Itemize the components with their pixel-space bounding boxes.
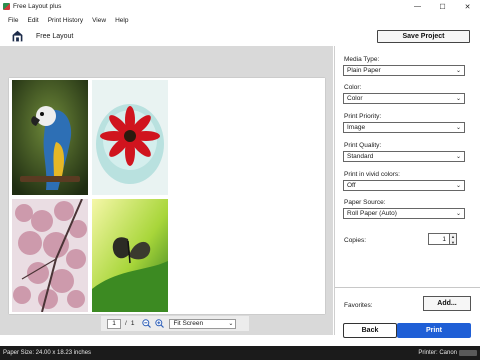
- print-quality-select[interactable]: Standard ⌄: [343, 151, 465, 162]
- copies-stepper[interactable]: ▲ ▼: [450, 233, 457, 245]
- stepper-down-icon[interactable]: ▼: [450, 240, 456, 246]
- zoom-view-value: Fit Screen: [173, 320, 204, 327]
- minimize-button[interactable]: —: [405, 0, 430, 13]
- zoom-in-icon[interactable]: [155, 319, 165, 328]
- preview-area[interactable]: [0, 46, 333, 335]
- chevron-down-icon: ⌄: [455, 154, 461, 160]
- gerbera-flower-photo[interactable]: [92, 80, 168, 195]
- media-type-select[interactable]: Plain Paper ⌄: [343, 65, 465, 76]
- total-pages: 1: [130, 320, 135, 327]
- print-button[interactable]: Print: [397, 323, 471, 338]
- add-favorite-button[interactable]: Add...: [423, 296, 471, 311]
- menu-view[interactable]: View: [92, 17, 106, 24]
- vivid-colors-value: Off: [347, 182, 356, 189]
- zoom-view-select[interactable]: Fit Screen ⌄: [169, 318, 237, 329]
- menu-help[interactable]: Help: [115, 17, 128, 24]
- paper-source-value: Roll Paper (Auto): [347, 210, 397, 217]
- copies-label: Copies:: [344, 237, 367, 244]
- print-settings-panel: Media Type: Plain Paper ⌄ Color: Color ⌄…: [334, 46, 480, 338]
- vivid-colors-select[interactable]: Off ⌄: [343, 180, 465, 191]
- favorites-label: Favorites:: [344, 302, 373, 309]
- paper-source-select[interactable]: Roll Paper (Auto) ⌄: [343, 208, 465, 219]
- close-button[interactable]: ✕: [455, 0, 480, 13]
- window-controls: — ☐ ✕: [405, 0, 480, 13]
- menu-edit[interactable]: Edit: [27, 17, 38, 24]
- butterfly-photo[interactable]: [92, 199, 168, 312]
- page-separator: /: [125, 320, 127, 327]
- status-bar: Paper Size: 24.00 x 18.23 inches Printer…: [0, 346, 480, 360]
- chevron-down-icon: ⌄: [455, 125, 461, 131]
- copies-input[interactable]: 1: [428, 233, 450, 245]
- vivid-colors-label: Print in vivid colors:: [344, 171, 400, 178]
- parrot-photo[interactable]: [12, 80, 88, 195]
- printer-name: Printer: Canon: [418, 350, 457, 356]
- home-icon[interactable]: [12, 30, 23, 42]
- paper-source-label: Paper Source:: [344, 199, 386, 206]
- print-priority-select[interactable]: Image ⌄: [343, 122, 465, 133]
- color-value: Color: [347, 95, 363, 102]
- menu-file[interactable]: File: [8, 17, 18, 24]
- paper-size-status: Paper Size: 24.00 x 18.23 inches: [3, 350, 92, 356]
- page-title: Free Layout: [36, 33, 74, 40]
- color-label: Color:: [344, 84, 362, 91]
- panel-divider: [335, 287, 480, 288]
- maximize-button[interactable]: ☐: [430, 0, 455, 13]
- media-type-label: Media Type:: [344, 56, 380, 63]
- app-icon: [3, 3, 10, 10]
- title-bar: Free Layout plus — ☐ ✕: [0, 0, 480, 13]
- zoom-out-icon[interactable]: [142, 319, 152, 328]
- chevron-down-icon: ⌄: [228, 320, 234, 327]
- chevron-down-icon: ⌄: [455, 211, 461, 217]
- color-select[interactable]: Color ⌄: [343, 93, 465, 104]
- paper-sheet: [9, 78, 325, 314]
- current-page-input[interactable]: 1: [107, 318, 121, 329]
- print-quality-value: Standard: [347, 153, 374, 160]
- page-navigation: 1 / 1 Fit Screen ⌄: [101, 316, 249, 331]
- window-title: Free Layout plus: [13, 3, 62, 10]
- menu-bar: File Edit Print History View Help: [0, 14, 137, 26]
- redacted-printer-model: [459, 350, 477, 356]
- print-quality-label: Print Quality:: [344, 142, 382, 149]
- print-priority-value: Image: [347, 124, 366, 131]
- chevron-down-icon: ⌄: [455, 96, 461, 102]
- chevron-down-icon: ⌄: [455, 183, 461, 189]
- media-type-value: Plain Paper: [347, 67, 381, 74]
- save-project-button[interactable]: Save Project: [377, 30, 470, 43]
- menu-print-history[interactable]: Print History: [48, 17, 83, 24]
- back-button[interactable]: Back: [343, 323, 397, 338]
- printer-status: Printer: Canon: [418, 350, 477, 356]
- cherry-blossom-photo[interactable]: [12, 199, 88, 312]
- print-priority-label: Print Priority:: [344, 113, 382, 120]
- chevron-down-icon: ⌄: [455, 68, 461, 74]
